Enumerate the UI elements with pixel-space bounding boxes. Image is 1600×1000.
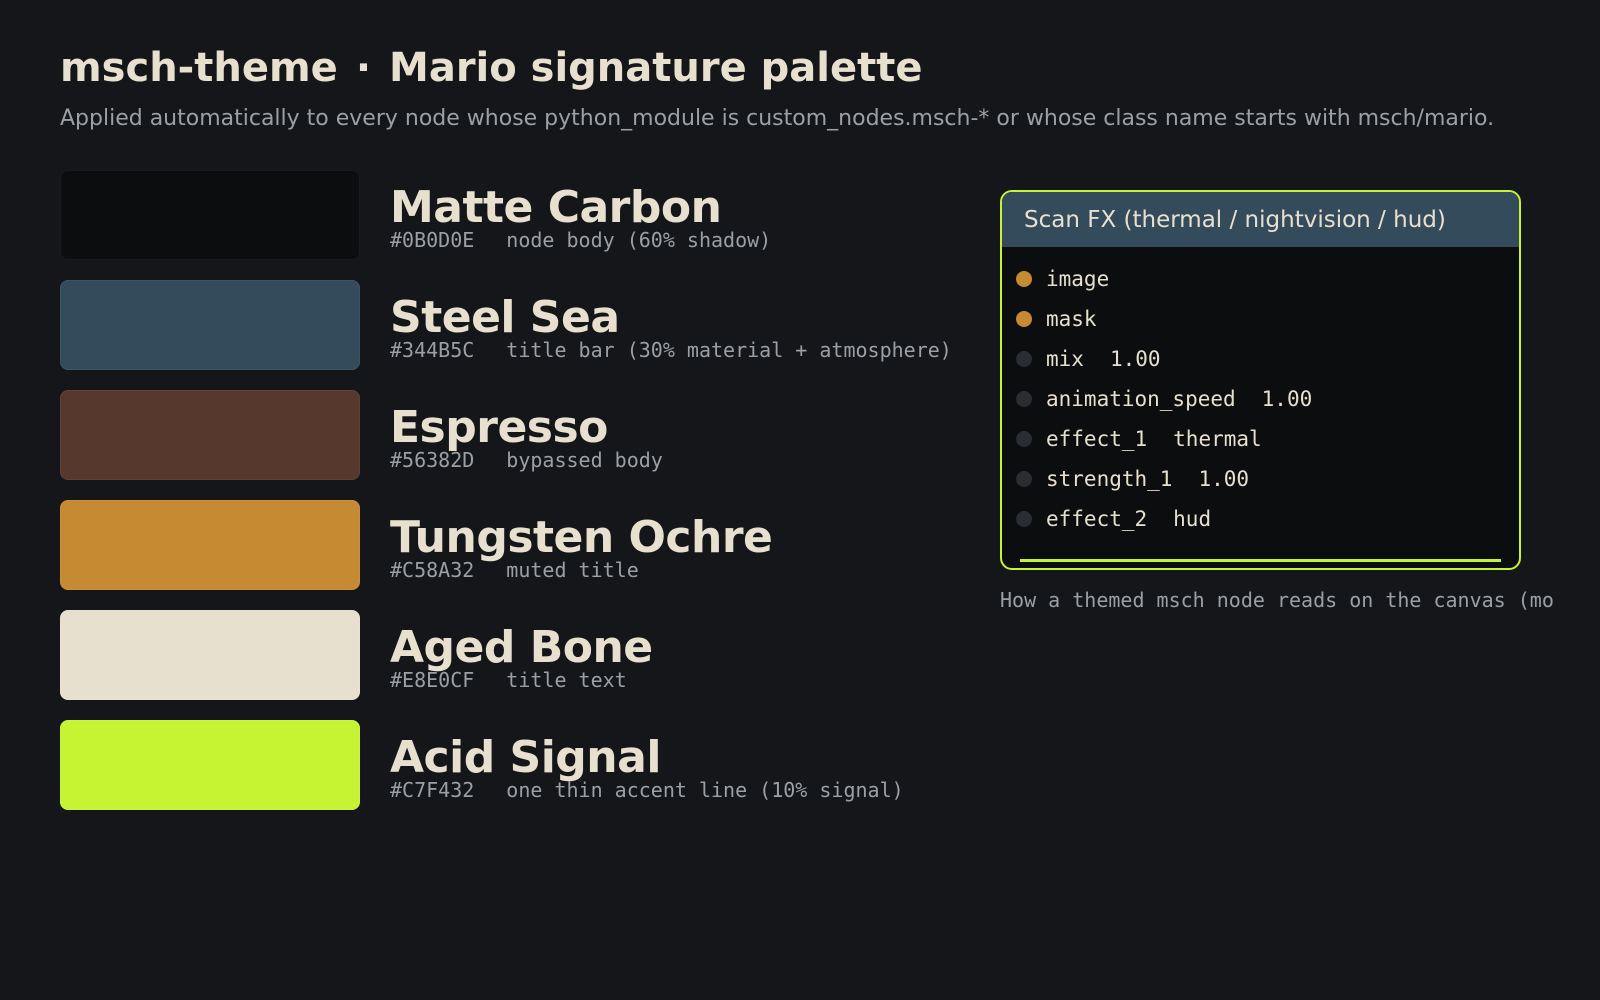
node-title-bar[interactable]: Scan FX (thermal / nightvision / hud) [1002, 192, 1519, 247]
swatch-name: Acid Signal [390, 732, 661, 783]
swatch-hex: #344B5C [390, 338, 475, 362]
swatch-name: Espresso [390, 402, 608, 453]
swatch-hex: #C58A32 [390, 558, 475, 582]
swatch-meta: #C58A32 muted title [390, 558, 639, 582]
node-slot-image[interactable]: image [1016, 259, 1519, 299]
color-swatch[interactable] [60, 170, 360, 260]
swatch-hex: #E8E0CF [390, 668, 475, 692]
page-title: msch-theme · Mario signature palette [60, 46, 923, 90]
widget-socket-icon[interactable] [1016, 431, 1032, 447]
node-slot-effect-2[interactable]: effect_2 hud [1016, 499, 1519, 539]
swatch-hex: #56382D [390, 448, 475, 472]
preview-caption: How a themed msch node reads on the canv… [1000, 588, 1554, 612]
slot-value[interactable]: 1.00 [1262, 387, 1313, 411]
node-slot-mix[interactable]: mix 1.00 [1016, 339, 1519, 379]
slot-label: image [1046, 267, 1110, 291]
swatch-meta: #344B5C title bar (30% material + atmosph… [390, 338, 952, 362]
swatch-name: Steel Sea [390, 292, 620, 343]
palette-row: Matte Carbon #0B0D0E node body (60% shadow… [60, 170, 1000, 260]
node-slot-strength-1[interactable]: strength_1 1.00 [1016, 459, 1519, 499]
swatch-name: Aged Bone [390, 622, 653, 673]
palette-row: Espresso #56382D bypassed body [60, 390, 1000, 480]
slot-value[interactable]: hud [1173, 507, 1211, 531]
swatch-role: one thin accent line (10% signal) [506, 778, 904, 802]
node-preview[interactable]: Scan FX (thermal / nightvision / hud) im… [1000, 190, 1521, 570]
color-swatch[interactable] [60, 390, 360, 480]
page-subtitle: Applied automatically to every node whos… [60, 106, 1495, 131]
slot-value[interactable]: 1.00 [1110, 347, 1161, 371]
widget-socket-icon[interactable] [1016, 391, 1032, 407]
color-swatch[interactable] [60, 720, 360, 810]
accent-line [1020, 559, 1501, 562]
title-separator: · [355, 45, 372, 91]
theme-name: msch-theme [60, 45, 338, 91]
palette-list: Matte Carbon #0B0D0E node body (60% shadow… [60, 170, 1000, 830]
swatch-meta: #56382D bypassed body [390, 448, 663, 472]
input-socket-icon[interactable] [1016, 271, 1032, 287]
slot-value[interactable]: 1.00 [1198, 467, 1249, 491]
swatch-meta: #C7F432 one thin accent line (10% signal) [390, 778, 904, 802]
palette-name: Mario signature palette [389, 45, 923, 91]
swatch-role: title bar (30% material + atmosphere) [506, 338, 952, 362]
color-swatch[interactable] [60, 280, 360, 370]
swatch-meta: #E8E0CF title text [390, 668, 627, 692]
node-slot-mask[interactable]: mask [1016, 299, 1519, 339]
node-slot-animation-speed[interactable]: animation_speed 1.00 [1016, 379, 1519, 419]
palette-row: Acid Signal #C7F432 one thin accent line (… [60, 720, 1000, 810]
color-swatch[interactable] [60, 610, 360, 700]
palette-row: Steel Sea #344B5C title bar (30% material … [60, 280, 1000, 370]
slot-label: effect_2 [1046, 507, 1148, 531]
slot-value[interactable]: thermal [1173, 427, 1262, 451]
swatch-name: Tungsten Ochre [390, 512, 773, 563]
node-slot-effect-1[interactable]: effect_1 thermal [1016, 419, 1519, 459]
slot-label: animation_speed [1046, 387, 1236, 411]
swatch-hex: #C7F432 [390, 778, 475, 802]
input-socket-icon[interactable] [1016, 311, 1032, 327]
node-slot-list: image mask mix 1.00 animation_speed 1.00 effec… [1002, 247, 1519, 539]
color-swatch[interactable] [60, 500, 360, 590]
slot-label: strength_1 [1046, 467, 1173, 491]
swatch-role: node body (60% shadow) [506, 228, 772, 252]
swatch-hex: #0B0D0E [390, 228, 475, 252]
swatch-role: title text [506, 668, 627, 692]
swatch-role: bypassed body [506, 448, 663, 472]
palette-row: Tungsten Ochre #C58A32 muted title [60, 500, 1000, 590]
swatch-role: muted title [506, 558, 639, 582]
slot-label: effect_1 [1046, 427, 1148, 451]
widget-socket-icon[interactable] [1016, 511, 1032, 527]
swatch-name: Matte Carbon [390, 182, 722, 233]
slot-label: mask [1046, 307, 1097, 331]
swatch-meta: #0B0D0E node body (60% shadow) [390, 228, 771, 252]
widget-socket-icon[interactable] [1016, 471, 1032, 487]
palette-row: Aged Bone #E8E0CF title text [60, 610, 1000, 700]
slot-label: mix [1046, 347, 1084, 371]
widget-socket-icon[interactable] [1016, 351, 1032, 367]
